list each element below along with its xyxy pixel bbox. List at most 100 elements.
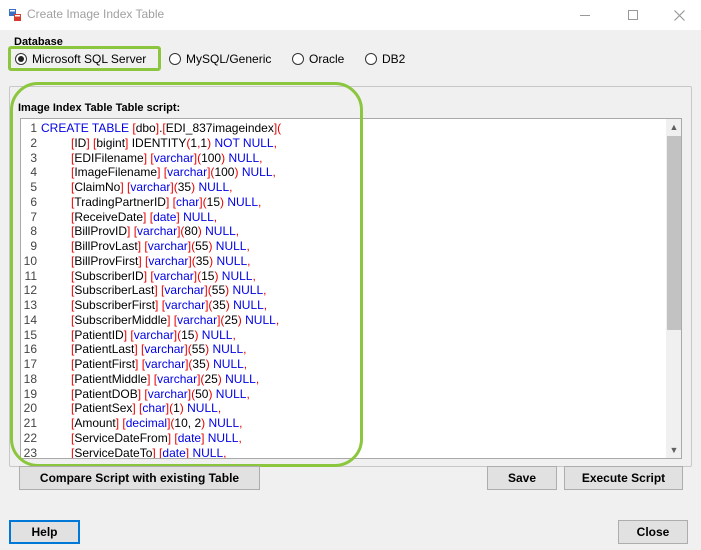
code-text: [SubscriberMiddle] [varchar](25) NULL, [71, 313, 279, 328]
execute-script-button[interactable]: Execute Script [564, 466, 683, 490]
help-button[interactable]: Help [9, 520, 80, 544]
code-token: ) [208, 386, 216, 401]
radio-mssql[interactable]: Microsoft SQL Server [15, 51, 146, 67]
code-token: varchar [164, 283, 205, 298]
code-token: 55 [191, 342, 206, 357]
code-token: 10, 2 [174, 416, 202, 430]
code-token: PatientDOB [74, 386, 138, 401]
scroll-up-icon[interactable]: ▲ [666, 119, 681, 135]
line-number: 19 [23, 386, 37, 401]
code-token: 35 [195, 253, 210, 268]
code-token: ) [194, 327, 202, 342]
code-line: 15 [PatientID] [varchar](15) NULL, [21, 328, 666, 343]
code-token: , [273, 135, 277, 150]
code-token: NULL [212, 342, 244, 357]
radio-mysql[interactable]: MySQL/Generic [169, 51, 271, 67]
code-token: ] [ [167, 430, 178, 445]
code-token: ) [205, 357, 214, 371]
code-token: ] [201, 430, 208, 445]
code-line: 18 [PatientMiddle] [varchar](25) NULL, [21, 372, 666, 387]
code-token: SubscriberFirst [74, 298, 156, 312]
db-table-icon [8, 8, 22, 22]
code-text: [SubscriberLast] [varchar](55) NULL, [71, 283, 267, 298]
code-token: NULL [215, 239, 247, 253]
code-token: varchar [153, 150, 194, 165]
code-token: 25 [224, 312, 238, 327]
code-token: ServiceDateFrom [74, 430, 168, 445]
code-text: [ID] [bigint] IDENTITY(1,1) NOT NULL, [71, 136, 277, 151]
code-token: , [263, 298, 268, 312]
code-line: 7 [ReceiveDate] [date] NULL, [21, 210, 666, 225]
scroll-down-icon[interactable]: ▼ [666, 442, 681, 458]
code-token: NOT NULL [214, 135, 274, 150]
code-token: date [153, 209, 177, 224]
script-editor[interactable]: 1 CREATE TABLE [dbo].[EDI_837imageindex](… [20, 118, 682, 459]
code-token: TradingPartnerID [74, 194, 166, 209]
title-bar[interactable]: Create Image Index Table [0, 0, 701, 30]
code-token: ] [ [134, 342, 145, 357]
code-token: NULL [198, 180, 230, 194]
code-token: ) [208, 239, 216, 253]
code-token: decimal [125, 416, 168, 430]
code-token: ImageFilename [74, 165, 158, 180]
code-token: PatientMiddle [74, 371, 148, 386]
code-token: , [239, 416, 243, 430]
code-token: ] [ [123, 327, 134, 342]
code-line: 4 [ImageFilename] [varchar](100) NULL, [21, 165, 666, 180]
compare-script-button[interactable]: Compare Script with existing Table [19, 466, 260, 490]
code-token: ReceiveDate [74, 209, 144, 224]
code-token: NULL [215, 386, 247, 401]
code-token: 50 [195, 386, 209, 401]
code-text: [PatientMiddle] [varchar](25) NULL, [71, 372, 259, 387]
code-token: CREATE TABLE [41, 121, 133, 135]
code-token: , [252, 268, 256, 283]
code-line: 23 [ServiceDateTo] [date] NULL, [21, 446, 666, 459]
vertical-scrollbar[interactable]: ▲ ▼ [666, 119, 681, 458]
code-token: ] [ [138, 253, 149, 268]
code-token: ] [ [120, 180, 131, 194]
close-button[interactable]: Close [618, 520, 688, 544]
line-number: 3 [30, 150, 37, 165]
code-token: , [246, 386, 250, 401]
code-text: [Amount] [decimal](10, 2) NULL, [71, 416, 243, 431]
code-token: , [275, 312, 280, 327]
code-line: 16 [PatientLast] [varchar](55) NULL, [21, 342, 666, 357]
code-token: ]( [173, 327, 182, 342]
line-number: 14 [23, 312, 37, 327]
code-text: [ImageFilename] [varchar](100) NULL, [71, 165, 276, 180]
code-line: 5 [ClaimNo] [varchar](35) NULL, [21, 180, 666, 195]
code-text: [SubscriberID] [varchar](15) NULL, [71, 269, 256, 284]
script-code[interactable]: 1 CREATE TABLE [dbo].[EDI_837imageindex](… [21, 121, 666, 459]
code-text: [ClaimNo] [varchar](35) NULL, [71, 180, 232, 195]
code-line: 22 [ServiceDateFrom] [date] NULL, [21, 431, 666, 446]
save-button[interactable]: Save [487, 466, 557, 490]
code-token: , [243, 342, 247, 357]
maximize-button[interactable] [610, 0, 656, 30]
scroll-thumb[interactable] [667, 136, 681, 330]
code-token: ] [ [86, 135, 97, 150]
code-token: 15 [206, 194, 220, 209]
minimize-button[interactable] [562, 0, 608, 30]
code-token: , [232, 327, 236, 342]
code-token: EDI_837imageindex [165, 121, 274, 135]
code-token: ] [ [143, 209, 154, 224]
code-text: [EDIFilename] [varchar](100) NULL, [71, 151, 262, 166]
code-token: ]( [170, 180, 178, 194]
code-token: 55 [195, 239, 209, 253]
radio-oracle[interactable]: Oracle [292, 51, 344, 67]
line-number: 21 [23, 416, 37, 430]
close-window-button[interactable] [656, 0, 701, 30]
code-token: ClaimNo [74, 180, 121, 194]
line-number: 8 [30, 224, 37, 239]
code-line: 8 [BillProvID] [varchar](80) NULL, [21, 224, 666, 239]
script-label: Image Index Table Table script: [18, 102, 181, 114]
code-token: ]( [187, 386, 196, 401]
code-token: NULL [232, 283, 264, 298]
line-number: 20 [23, 401, 37, 416]
line-number: 18 [23, 371, 37, 386]
line-number: 9 [30, 239, 37, 253]
code-token: ]( [204, 283, 212, 298]
maximize-icon [628, 10, 638, 20]
radio-db2[interactable]: DB2 [365, 51, 405, 67]
code-token: varchar [147, 239, 188, 253]
